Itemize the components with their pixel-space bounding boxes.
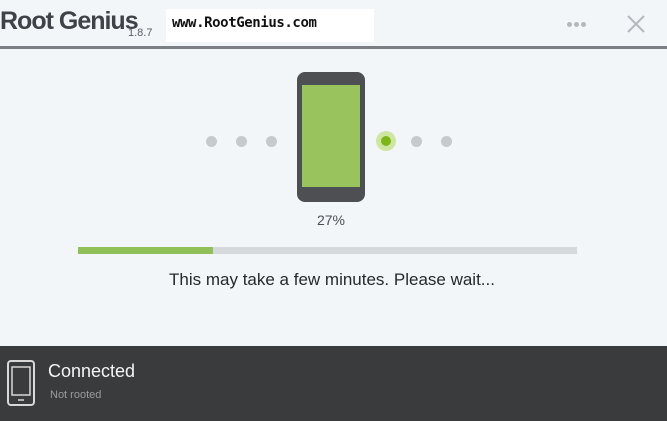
connection-status: Connected <box>48 361 136 381</box>
progress-bar <box>78 247 577 254</box>
step-dot <box>411 136 422 147</box>
root-status: Not rooted <box>50 389 102 401</box>
device-status-bar: Connected Not rooted <box>0 346 667 421</box>
step-dot <box>441 136 452 147</box>
more-dots-icon <box>567 22 572 27</box>
step-dot <box>206 136 217 147</box>
phone-screen <box>302 85 360 187</box>
app-version: 1.8.7 <box>128 27 153 39</box>
phone-icon <box>297 72 365 202</box>
progress-percent: 27% <box>316 212 346 228</box>
close-icon <box>627 15 645 33</box>
website-banner[interactable]: www.RootGenius.com <box>166 9 374 42</box>
status-message: This may take a few minutes. Please wait… <box>169 270 495 289</box>
step-dot-active <box>376 131 396 151</box>
step-dot <box>266 136 277 147</box>
website-link[interactable]: www.RootGenius.com <box>172 15 317 31</box>
title-bar: Root Genius 1.8.7 www.RootGenius.com <box>0 0 667 49</box>
step-dot <box>236 136 247 147</box>
close-button[interactable] <box>624 12 648 36</box>
title-divider <box>0 46 667 49</box>
progress-bar-fill <box>78 247 213 254</box>
more-options-button[interactable] <box>562 14 592 34</box>
device-icon <box>7 360 35 406</box>
app-logo: Root Genius <box>0 7 139 35</box>
